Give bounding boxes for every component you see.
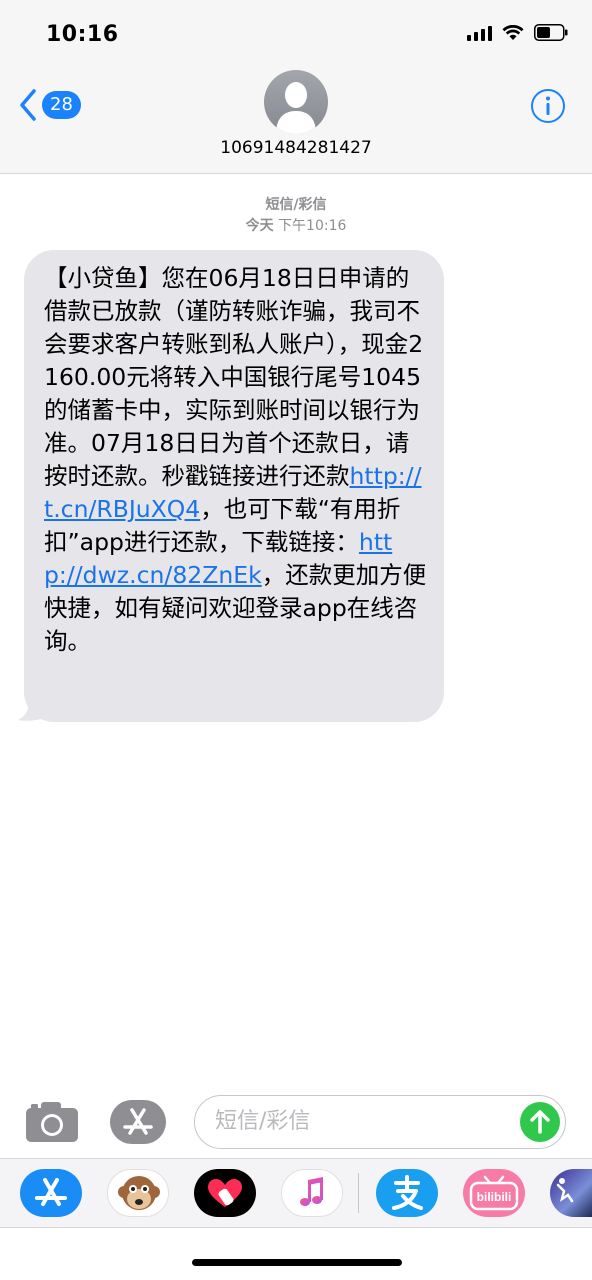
battery-icon [534, 24, 568, 41]
svg-text:bilibili: bilibili [477, 1190, 512, 1204]
contact-avatar[interactable] [264, 70, 328, 134]
arrow-up-icon [530, 1110, 550, 1134]
status-icons [467, 24, 568, 41]
app-store-icon [123, 1108, 153, 1135]
message-bubble: 【小贷鱼】您在06月18日日申请的借款已放款（谨防转账诈骗，我司不会要求客户转账… [24, 250, 444, 722]
digital-touch-icon[interactable] [194, 1169, 256, 1217]
message-input[interactable] [215, 1096, 515, 1146]
incoming-message[interactable]: 【小贷鱼】您在06月18日日申请的借款已放款（谨防转账诈骗，我司不会要求客户转账… [18, 250, 444, 722]
wifi-icon [502, 24, 524, 41]
timestamp-day: 今天 [245, 218, 274, 234]
music-icon[interactable] [281, 1169, 343, 1217]
unread-count-badge: 28 [42, 91, 81, 119]
back-button[interactable]: 28 [18, 88, 81, 122]
home-indicator[interactable] [192, 1259, 402, 1266]
imessage-app-drawer: bilibili [0, 1158, 592, 1228]
message-timestamp: 今天 下午10:16 [0, 215, 592, 235]
alipay-icon[interactable] [376, 1169, 438, 1217]
person-silhouette-icon [276, 82, 316, 134]
message-input-field[interactable] [194, 1095, 566, 1149]
app-drawer-divider [358, 1173, 359, 1213]
info-button[interactable] [530, 88, 566, 128]
timestamp-time: 下午10:16 [278, 218, 347, 234]
message-type-label: 短信/彩信 [265, 197, 327, 213]
conversation-header: 28 10691484281427 [0, 70, 592, 174]
animoji-monkey-icon[interactable] [107, 1169, 169, 1217]
message-text: 【小贷鱼】您在06月18日日申请的借款已放款（谨防转账诈骗，我司不会要求客户转账… [44, 262, 430, 658]
cellular-signal-icon [467, 25, 492, 41]
app-store-icon[interactable] [20, 1169, 82, 1217]
bilibili-icon[interactable]: bilibili [463, 1169, 525, 1217]
message-text-part1: 【小贷鱼】您在06月18日日申请的借款已放款（谨防转账诈骗，我司不会要求客户转账… [44, 264, 424, 490]
camera-icon [26, 1102, 78, 1142]
photo-app-icon[interactable] [550, 1169, 592, 1217]
info-icon [531, 89, 565, 123]
app-store-button[interactable] [110, 1100, 166, 1144]
chevron-left-icon [20, 89, 36, 121]
contact-name[interactable]: 10691484281427 [0, 138, 592, 158]
status-time: 10:16 [46, 22, 119, 47]
send-button[interactable] [520, 1102, 560, 1142]
status-bar: 10:16 [0, 0, 592, 70]
camera-button[interactable] [26, 1102, 78, 1146]
compose-bar [0, 1090, 592, 1156]
